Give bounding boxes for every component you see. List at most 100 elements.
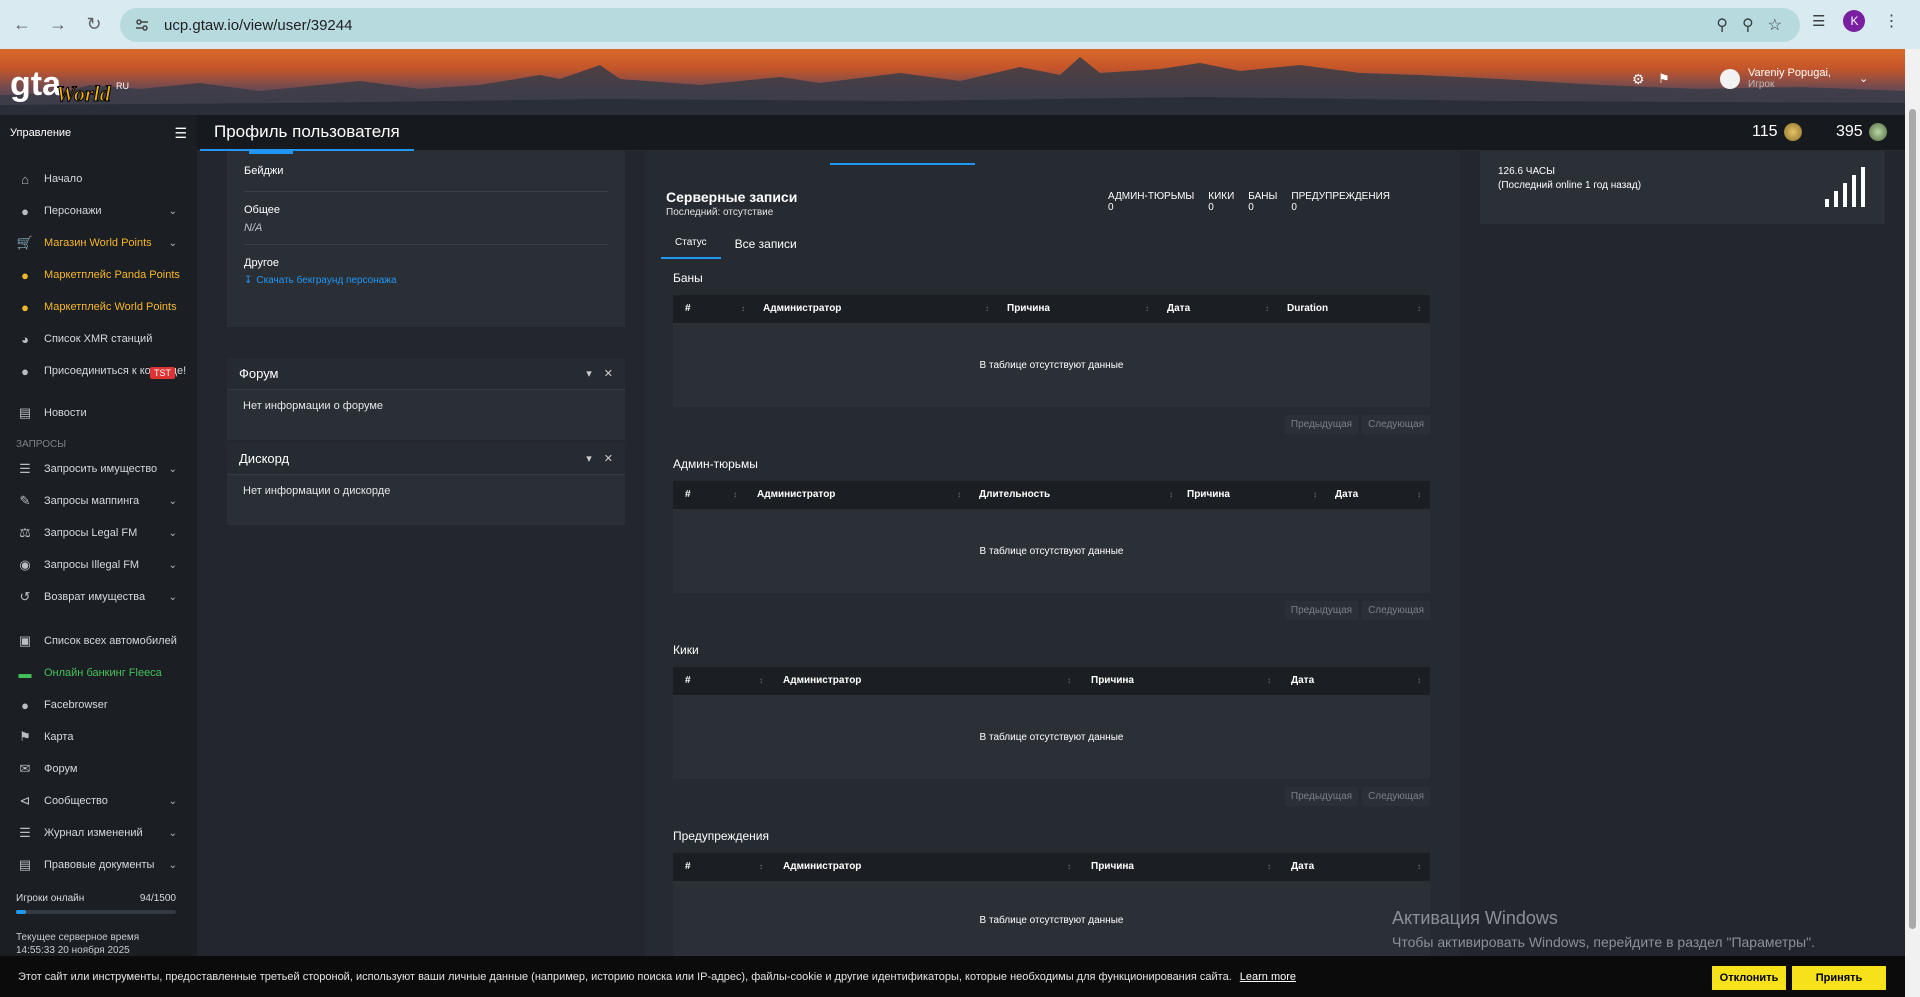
prev-button[interactable]: Предыдущая (1284, 415, 1359, 434)
sidebar-item-forum[interactable]: ✉ Форум (0, 753, 197, 785)
discord-panel-body: Нет информации о дискорде (243, 485, 391, 497)
next-button[interactable]: Следующая (1362, 787, 1430, 806)
jails-section: Админ-тюрьмы # ↕ Администратор ↕ Длительно… (673, 457, 1430, 620)
sidebar-item-facebrowser[interactable]: ● Facebrowser (0, 689, 197, 721)
collapse-icon[interactable]: ▾ (586, 452, 592, 465)
sidebar-item-xmr[interactable]: ◕ Список XMR станций (0, 323, 197, 355)
col-header[interactable]: Причина (1091, 675, 1134, 686)
list-icon: ☰ (19, 825, 31, 840)
key-icon[interactable]: ⚲ (1716, 15, 1728, 35)
forward-icon[interactable]: → (40, 6, 76, 42)
col-header[interactable]: Администратор (783, 861, 861, 872)
next-button[interactable]: Следующая (1362, 415, 1430, 434)
col-header[interactable]: Причина (1187, 489, 1230, 500)
col-header[interactable]: Администратор (757, 489, 835, 500)
sidebar-item-wp-shop[interactable]: 🛒 Магазин World Points ⌄ (0, 227, 197, 259)
list-icon: ☰ (19, 461, 31, 476)
badges-label: Бейджи (244, 165, 284, 177)
zoom-icon[interactable]: ⚲ (1742, 15, 1754, 35)
hamburger-icon[interactable]: ☰ (174, 125, 187, 142)
sidebar-item-label: Список всех автомобилей (44, 635, 177, 647)
profile-avatar[interactable]: K (1843, 10, 1866, 32)
profile-info-card: Бейджи Общее N/A Другое ↧ Скачать бекграу… (227, 151, 625, 327)
tab-all-records[interactable]: Все записи (721, 229, 811, 259)
address-bar[interactable]: ucp.gtaw.io/view/user/39244 ⚲ ⚲ ☆ (120, 8, 1800, 42)
chevron-down-icon: ⌄ (168, 795, 177, 807)
tab-status[interactable]: Статус (661, 229, 721, 259)
back-icon[interactable]: ← (4, 6, 40, 42)
menu-dots-icon[interactable]: ⋮ (1883, 11, 1899, 31)
learn-more-link[interactable]: Learn more (1240, 971, 1296, 983)
sort-icon: ↕ (1313, 490, 1317, 499)
sidebar-item-refund[interactable]: ↺ Возврат имущества ⌄ (0, 581, 197, 613)
sidebar-item-wp-market[interactable]: ● Маркетплейс World Points (0, 291, 197, 323)
sidebar-item-changelog[interactable]: ☰ Журнал изменений ⌄ (0, 817, 197, 849)
users-icon: ● (21, 697, 29, 713)
col-header[interactable]: Дата (1291, 861, 1314, 872)
sidebar-item-characters[interactable]: ● Персонажи ⌄ (0, 195, 197, 227)
sidebar-item-map[interactable]: ⚑ Карта (0, 721, 197, 753)
sidebar-item-fleeca[interactable]: ▬ Онлайн банкинг Fleeca (0, 657, 197, 689)
prev-button[interactable]: Предыдущая (1284, 787, 1359, 806)
next-button[interactable]: Следующая (1362, 601, 1430, 620)
kicks-table-header: # ↕ Администратор ↕ Причина ↕ Дата ↕ (673, 667, 1430, 695)
sidebar-item-panda-market[interactable]: ● Маркетплейс Panda Points (0, 259, 197, 291)
col-header[interactable]: Причина (1007, 303, 1050, 314)
collapse-icon[interactable]: ▾ (586, 367, 592, 380)
close-icon[interactable]: ✕ (604, 367, 613, 380)
accept-button[interactable]: Принять (1792, 966, 1886, 990)
chevron-down-icon: ⌄ (168, 495, 177, 507)
sidebar-item-illegal-fm[interactable]: ◉ Запросы Illegal FM ⌄ (0, 549, 197, 581)
col-header[interactable]: # (685, 675, 691, 686)
newspaper-icon: ▤ (18, 405, 32, 420)
sidebar-item-label: Форум (44, 763, 78, 775)
reload-icon[interactable]: ↻ (76, 6, 112, 42)
notifications-bell-icon[interactable]: ⚑ (1658, 71, 1670, 87)
settings-icon[interactable]: ⚙ (1632, 71, 1645, 88)
active-tab-indicator (830, 163, 975, 165)
media-control-icon[interactable]: ☰ (1812, 12, 1825, 30)
site-info-icon[interactable] (134, 16, 152, 34)
sidebar-item-community[interactable]: ⊲ Сообщество ⌄ (0, 785, 197, 817)
col-header[interactable]: # (685, 861, 691, 872)
coins-icon: ● (21, 299, 29, 315)
svg-text:World: World (56, 81, 112, 106)
general-label: Общее (244, 204, 281, 216)
col-header[interactable]: Дата (1167, 303, 1190, 314)
players-online-label: Игроки онлайн (16, 893, 85, 904)
records-title: Серверные записи (666, 189, 798, 205)
sidebar-item-vehicles[interactable]: ▣ Список всех автомобилей (0, 625, 197, 657)
sidebar: ⌂ Начало ● Персонажи ⌄ 🛒 Магазин World Point… (0, 151, 197, 997)
bookmark-star-icon[interactable]: ☆ (1768, 15, 1782, 35)
windows-activation-text: Чтобы активировать Windows, перейдите в … (1392, 934, 1815, 950)
bans-section: Баны # ↕ Администратор ↕ Причина ↕ Дата ↕ Du… (673, 271, 1430, 434)
forum-panel: Форум ▾ ✕ Нет информации о форуме (227, 358, 625, 440)
sidebar-item-label: Запросы Legal FM (44, 527, 138, 539)
sidebar-item-request-property[interactable]: ☰ Запросить имущество ⌄ (0, 453, 197, 485)
col-header[interactable]: # (685, 489, 691, 500)
scrollbar-thumb[interactable] (1909, 109, 1916, 929)
col-header[interactable]: Администратор (763, 303, 841, 314)
svg-text:gta: gta (10, 65, 62, 103)
site-logo[interactable]: gta World RU (10, 59, 130, 107)
close-icon[interactable]: ✕ (604, 452, 613, 465)
prev-button[interactable]: Предыдущая (1284, 601, 1359, 620)
col-header[interactable]: Причина (1091, 861, 1134, 872)
col-header[interactable]: Длительность (979, 489, 1050, 500)
sidebar-item-legal-fm[interactable]: ⚖ Запросы Legal FM ⌄ (0, 517, 197, 549)
sidebar-item-label: Новости (44, 407, 87, 419)
sidebar-item-home[interactable]: ⌂ Начало (0, 163, 197, 195)
decline-button[interactable]: Отклонить (1712, 966, 1786, 990)
col-header[interactable]: Duration (1287, 303, 1328, 314)
user-menu[interactable]: Vareniy Popugai, Игрок ⌄ (1720, 67, 1868, 90)
col-header[interactable]: Дата (1291, 675, 1314, 686)
col-header[interactable]: Дата (1335, 489, 1358, 500)
download-background-link[interactable]: ↧ Скачать бекграунд персонажа (244, 275, 608, 286)
col-header[interactable]: Администратор (783, 675, 861, 686)
sidebar-item-legal-docs[interactable]: ▤ Правовые документы ⌄ (0, 849, 197, 881)
page-scrollbar[interactable] (1905, 49, 1920, 997)
sidebar-item-news[interactable]: ▤ Новости (0, 397, 197, 429)
col-header[interactable]: # (685, 303, 691, 314)
jails-empty: В таблице отсутствуют данные (673, 509, 1430, 593)
sidebar-item-mapping[interactable]: ✎ Запросы маппинга ⌄ (0, 485, 197, 517)
